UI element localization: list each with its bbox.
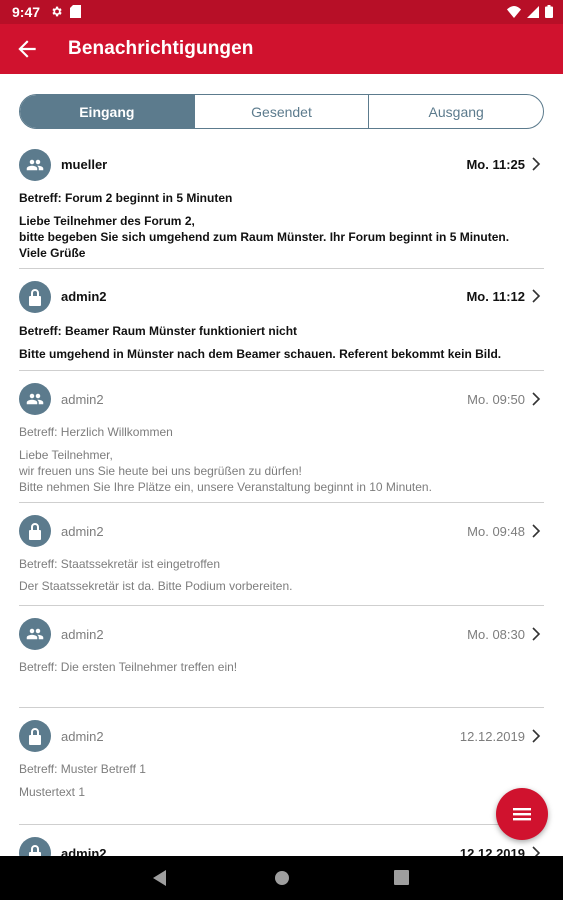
chevron-right-icon: [532, 729, 541, 743]
message-sender: admin2: [61, 392, 104, 407]
chevron-right-icon: [532, 627, 541, 641]
message-subject: Betreff: Beamer Raum Münster funktionier…: [19, 324, 298, 338]
tab-label: Ausgang: [428, 103, 484, 120]
lock-icon: [19, 837, 51, 856]
battery-icon: [545, 5, 553, 18]
message-date: Mo. 11:12: [466, 289, 525, 304]
message-subject: Betreff: Die ersten Teilnehmer treffen e…: [19, 660, 238, 674]
message-subject: Betreff: Herzlich Willkommen: [19, 425, 173, 439]
message-date: Mo. 11:25: [466, 157, 525, 172]
settings-icon: [52, 6, 62, 17]
message-subject: Betreff: Muster Betreff 1: [19, 762, 146, 776]
lock-icon: [19, 281, 51, 313]
message-sender: admin2: [61, 289, 107, 304]
list-item[interactable]: admin2 Mo. 09:48 Betreff: Staatssekretär…: [0, 503, 563, 606]
list-item[interactable]: admin2 Mo. 09:50 Betreff: Herzlich Willk…: [0, 371, 563, 503]
chevron-right-icon: [532, 524, 541, 538]
nav-home-icon[interactable]: [274, 870, 290, 886]
list-item[interactable]: admin2 12.12.2019 Betreff: Muster Betref…: [0, 708, 563, 825]
back-arrow-icon[interactable]: [14, 36, 40, 62]
message-date: Mo. 09:48: [467, 524, 525, 539]
nav-back-icon[interactable]: [153, 870, 167, 886]
message-subject: Betreff: Forum 2 beginnt in 5 Minuten: [19, 191, 233, 205]
menu-fab-button[interactable]: [496, 788, 548, 840]
chevron-right-icon: [532, 846, 541, 856]
message-date: Mo. 08:30: [467, 627, 525, 642]
tab-ausgang[interactable]: Ausgang: [368, 95, 543, 128]
message-body: Bitte umgehend in Münster nach dem Beame…: [19, 347, 502, 361]
tab-gesendet[interactable]: Gesendet: [193, 95, 369, 128]
message-sender: admin2: [61, 524, 104, 539]
lock-icon: [19, 720, 51, 752]
group-icon: [19, 618, 51, 650]
message-date: Mo. 09:50: [467, 392, 525, 407]
list-item[interactable]: admin2 Mo. 11:12 Betreff: Beamer Raum Mü…: [0, 269, 563, 371]
menu-icon: [513, 808, 531, 821]
signal-icon: [527, 5, 539, 18]
message-body: Der Staatssekretär ist da. Bitte Podium …: [19, 579, 293, 593]
message-body: Liebe Teilnehmer, wir freuen uns Sie heu…: [19, 448, 432, 494]
app-bar: Benachrichtigungen: [0, 24, 563, 74]
message-date: 12.12.2019: [459, 729, 525, 744]
lock-icon: [19, 515, 51, 547]
message-date: 12.12.2019: [459, 846, 525, 856]
system-nav-bar: [0, 856, 563, 900]
list-item[interactable]: admin2 Mo. 08:30 Betreff: Die ersten Tei…: [0, 606, 563, 708]
chevron-right-icon: [532, 157, 541, 171]
status-time: 9:47: [12, 4, 41, 20]
status-bar: 9:47: [0, 0, 563, 24]
chevron-right-icon: [532, 392, 541, 406]
message-subject: Betreff: Staatssekretär ist eingetroffen: [19, 557, 220, 571]
message-body: Liebe Teilnehmer des Forum 2, bitte bege…: [19, 214, 510, 260]
tab-label: Gesendet: [251, 103, 312, 120]
message-sender: admin2: [61, 846, 107, 856]
list-item[interactable]: admin2 12.12.2019: [0, 825, 563, 856]
message-list: mueller Mo. 11:25 Betreff: Forum 2 begin…: [0, 145, 563, 856]
tab-label: Eingang: [79, 103, 135, 120]
sd-card-icon: [70, 5, 81, 18]
group-icon: [19, 149, 51, 181]
message-sender: admin2: [61, 627, 104, 642]
nav-recents-icon[interactable]: [394, 870, 409, 885]
list-item[interactable]: mueller Mo. 11:25 Betreff: Forum 2 begin…: [0, 145, 563, 269]
message-body: Mustertext 1: [19, 785, 86, 799]
mailbox-tabs: Eingang Gesendet Ausgang: [19, 94, 544, 129]
chevron-right-icon: [532, 289, 541, 303]
group-icon: [19, 383, 51, 415]
tab-eingang[interactable]: Eingang: [20, 95, 194, 128]
wifi-icon: [507, 5, 521, 18]
message-sender: mueller: [61, 157, 108, 172]
page-title: Benachrichtigungen: [68, 38, 254, 59]
message-sender: admin2: [61, 729, 104, 744]
